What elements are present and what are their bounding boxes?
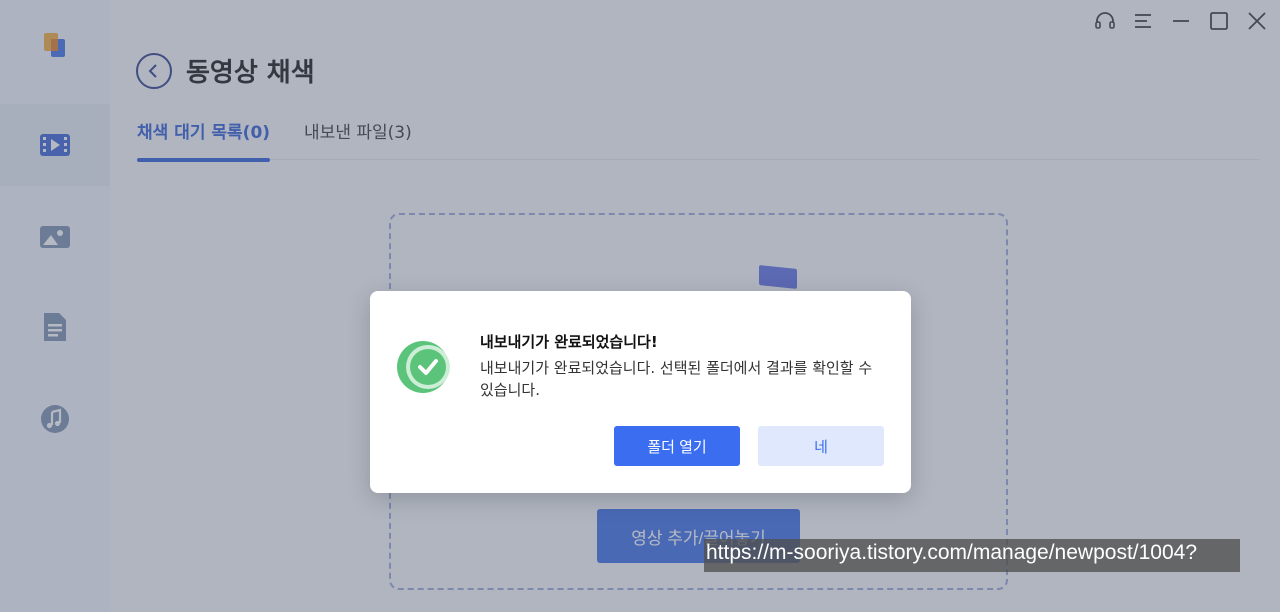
open-folder-button[interactable]: 폴더 열기: [614, 426, 740, 466]
dialog-message: 내보내기가 완료되었습니다. 선택된 폴더에서 결과를 확인할 수 있습니다.: [480, 359, 873, 399]
url-watermark: https://m-sooriya.tistory.com/manage/new…: [704, 539, 1240, 572]
ok-button[interactable]: 네: [758, 426, 884, 466]
dialog-title: 내보내기가 완료되었습니다!: [480, 333, 658, 351]
export-complete-dialog: 내보내기가 완료되었습니다! 내보내기가 완료되었습니다. 선택된 폴더에서 결…: [370, 291, 911, 493]
success-check-icon: [397, 341, 450, 393]
